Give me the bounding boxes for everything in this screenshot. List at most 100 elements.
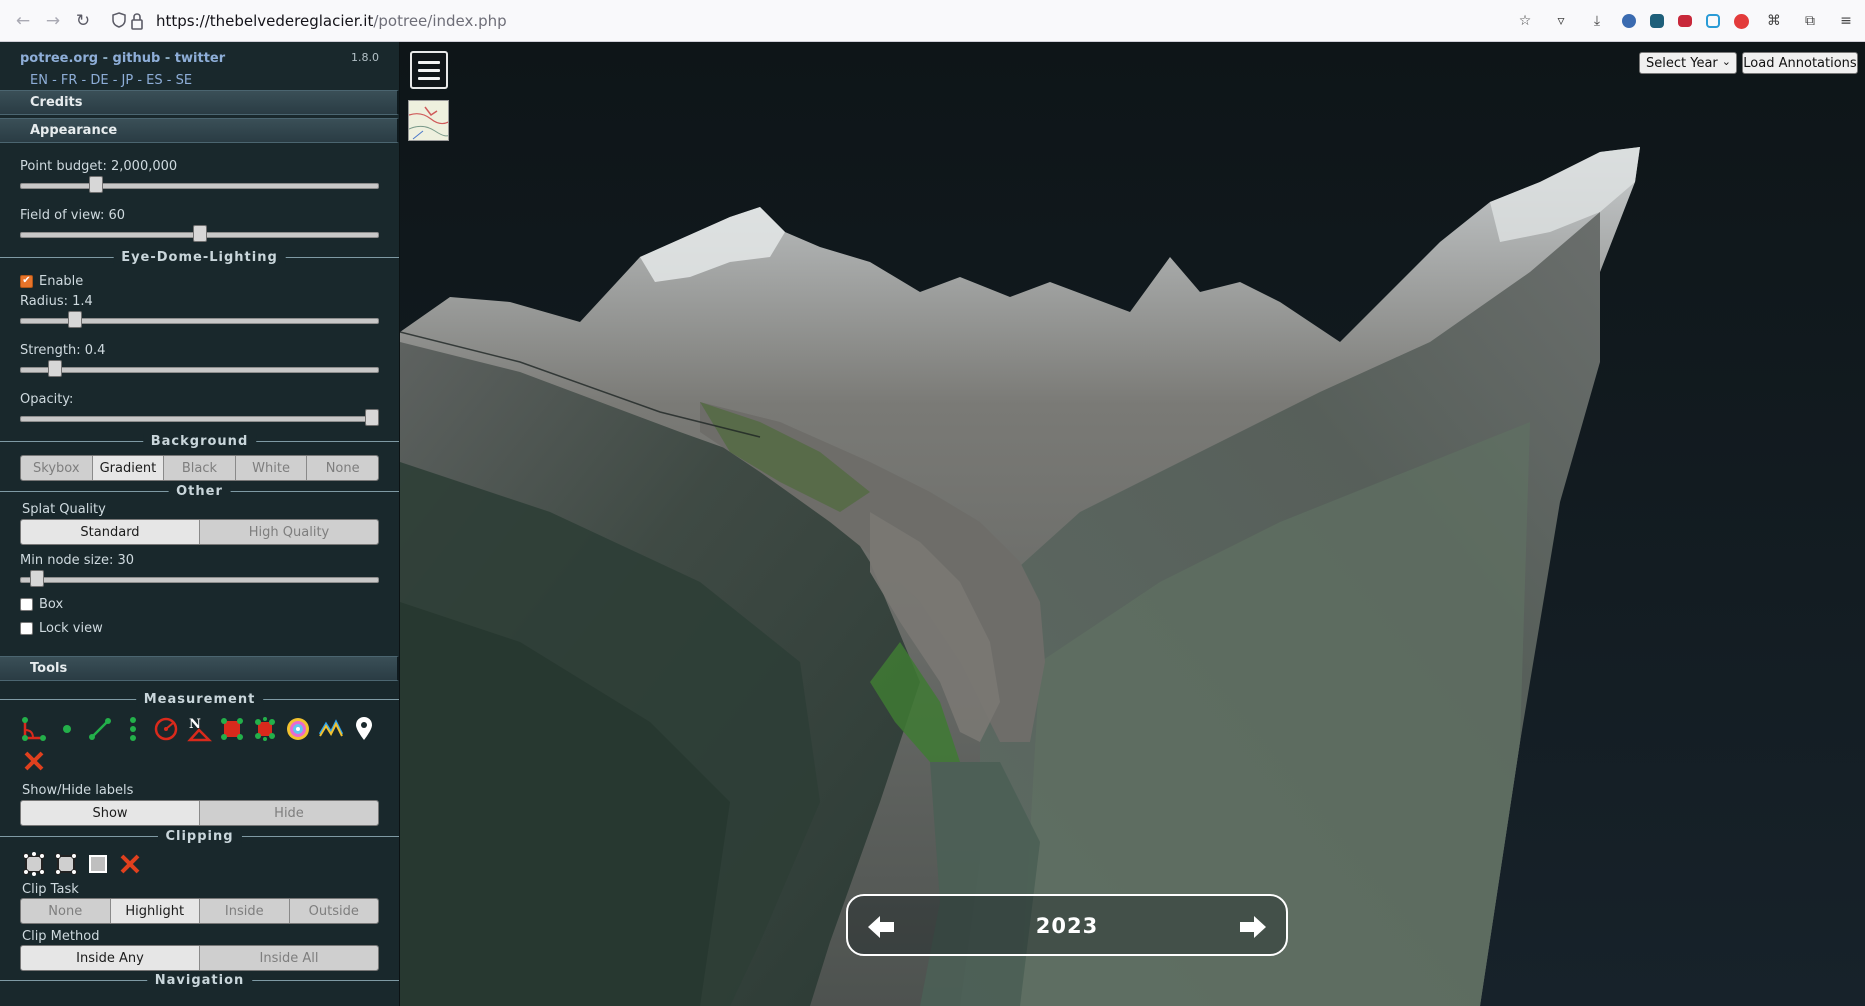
edl-enable-label: Enable [39, 273, 84, 289]
splat-high-quality-button[interactable]: High Quality [200, 520, 378, 544]
hamburger-menu-icon[interactable] [410, 51, 448, 89]
other-panel: Splat Quality Standard High Quality Min … [0, 502, 399, 638]
strength-slider[interactable] [20, 360, 379, 377]
year-navigator: 2023 [846, 894, 1288, 956]
extensions-puzzle-icon[interactable]: ⌘ [1763, 10, 1785, 32]
adblock-icon[interactable] [1734, 13, 1749, 29]
current-year-label: 2023 [1035, 914, 1099, 938]
remove-all-clipping-icon[interactable] [116, 850, 144, 878]
pocket-icon[interactable]: ▿ [1550, 10, 1572, 32]
navigation-heading: Navigation [146, 973, 253, 988]
lock-view-label: Lock view [39, 620, 103, 636]
strength-label: Strength: 0.4 [20, 343, 106, 358]
clip-task-button-group: None Highlight Inside Outside [20, 898, 379, 924]
appearance-header[interactable]: Appearance [0, 118, 399, 143]
slider-handle[interactable] [89, 176, 103, 193]
slider-handle[interactable] [192, 225, 207, 242]
chevron-down-icon: ⌄ [1721, 55, 1731, 68]
extension-save-icon[interactable] [1706, 14, 1720, 28]
remove-all-measurements-icon[interactable] [20, 747, 48, 775]
glacier-point-cloud-render[interactable] [400, 42, 1865, 1006]
url-text[interactable]: https://thebelvedereglacier.it/potree/in… [156, 12, 507, 30]
navigation-divider: Navigation [0, 973, 399, 988]
edl-enable-row[interactable]: ✔ Enable [20, 271, 379, 291]
potree-link[interactable]: potree.org [20, 51, 98, 66]
clip-task-none-button[interactable]: None [21, 899, 111, 923]
circle-measure-icon[interactable] [152, 715, 180, 743]
slider-handle[interactable] [47, 360, 62, 377]
splat-standard-button[interactable]: Standard [21, 520, 200, 544]
back-icon[interactable]: ← [8, 6, 38, 36]
annotation-marker-icon[interactable] [350, 715, 378, 743]
lock-icon[interactable] [130, 12, 144, 30]
clip-method-inside-any-button[interactable]: Inside Any [21, 946, 200, 970]
edl-panel: ✔ Enable Radius: 1.4 Strength: 0.4 Opacit… [0, 271, 399, 426]
potree-sidebar: potree.org - github - twitter 1.8.0 EN -… [0, 42, 400, 1006]
point-measure-icon[interactable] [53, 715, 81, 743]
clip-task-highlight-button[interactable]: Highlight [110, 899, 200, 923]
extension-red-icon[interactable] [1678, 15, 1692, 27]
lock-view-checkbox[interactable] [20, 621, 33, 635]
tools-header[interactable]: Tools [0, 656, 399, 681]
background-button-group: Skybox Gradient Black White None [20, 455, 379, 481]
point-cloud-viewer[interactable]: Select Year ⌄ Load Annotations 2023 [400, 42, 1865, 1006]
background-skybox-button[interactable]: Skybox [21, 456, 93, 480]
height-measure-icon[interactable] [119, 715, 147, 743]
radius-slider[interactable] [20, 311, 379, 328]
distance-measure-icon[interactable] [86, 715, 114, 743]
point-budget-slider[interactable] [20, 176, 379, 193]
edl-enable-checkbox[interactable]: ✔ [20, 274, 33, 288]
height-profile-icon[interactable] [317, 715, 345, 743]
load-annotations-button[interactable]: Load Annotations [1742, 52, 1858, 74]
url-path: /potree/index.php [373, 12, 507, 30]
bookmark-star-icon[interactable]: ☆ [1514, 10, 1536, 32]
slider-handle[interactable] [365, 409, 379, 426]
twitter-link[interactable]: twitter [175, 51, 225, 66]
area-measure-icon[interactable] [218, 715, 246, 743]
slider-handle[interactable] [68, 311, 83, 328]
show-labels-button[interactable]: Show [21, 801, 200, 825]
clip-volume-icon[interactable] [52, 850, 80, 878]
background-gradient-button[interactable]: Gradient [92, 456, 165, 480]
extension-blue-icon[interactable] [1622, 14, 1636, 28]
background-black-button[interactable]: Black [164, 456, 236, 480]
extension-teal-icon[interactable] [1650, 14, 1664, 28]
background-none-button[interactable]: None [307, 456, 378, 480]
select-year-dropdown[interactable]: Select Year ⌄ [1639, 52, 1737, 74]
clip-task-outside-button[interactable]: Outside [289, 899, 378, 923]
lock-view-row[interactable]: Lock view [20, 618, 379, 638]
map-thumbnail-icon[interactable] [408, 100, 449, 141]
box-label: Box [39, 596, 64, 612]
clip-task-inside-button[interactable]: Inside [200, 899, 290, 923]
slider-handle[interactable] [30, 570, 45, 587]
tracking-shield-icon[interactable] [112, 12, 126, 28]
box-row[interactable]: Box [20, 594, 379, 614]
address-bar[interactable]: https://thebelvedereglacier.it/potree/in… [112, 6, 1474, 36]
app-menu-icon[interactable]: ≡ [1835, 10, 1857, 32]
point-budget-label: Point budget: 2,000,000 [20, 159, 178, 174]
clip-method-inside-all-button[interactable]: Inside All [200, 946, 378, 970]
screenshot-icon[interactable]: ⧉ [1799, 10, 1821, 32]
github-link[interactable]: github [113, 51, 161, 66]
sphere-volume-icon[interactable] [284, 715, 312, 743]
box-checkbox[interactable] [20, 597, 33, 611]
hide-labels-button[interactable]: Hide [200, 801, 378, 825]
background-white-button[interactable]: White [235, 456, 308, 480]
credits-header[interactable]: Credits [0, 90, 399, 115]
download-icon[interactable]: ⤓ [1586, 10, 1608, 32]
forward-icon[interactable]: → [38, 6, 68, 36]
clipping-tools [20, 850, 379, 878]
fov-slider[interactable] [20, 225, 379, 242]
azimuth-measure-icon[interactable]: N [185, 715, 213, 743]
clip-task-label: Clip Task [22, 882, 79, 897]
reload-icon[interactable]: ↻ [68, 6, 98, 36]
angle-measure-icon[interactable] [20, 715, 48, 743]
next-year-arrow-icon[interactable] [1238, 912, 1268, 942]
volume-measure-icon[interactable] [251, 715, 279, 743]
opacity-slider[interactable] [20, 409, 379, 426]
min-node-slider[interactable] [20, 570, 379, 587]
show-hide-button-group: Show Hide [20, 800, 379, 826]
clip-polygon-icon[interactable] [20, 850, 48, 878]
clip-box-icon[interactable] [84, 850, 112, 878]
language-links[interactable]: EN - FR - DE - JP - ES - SE [30, 73, 192, 88]
